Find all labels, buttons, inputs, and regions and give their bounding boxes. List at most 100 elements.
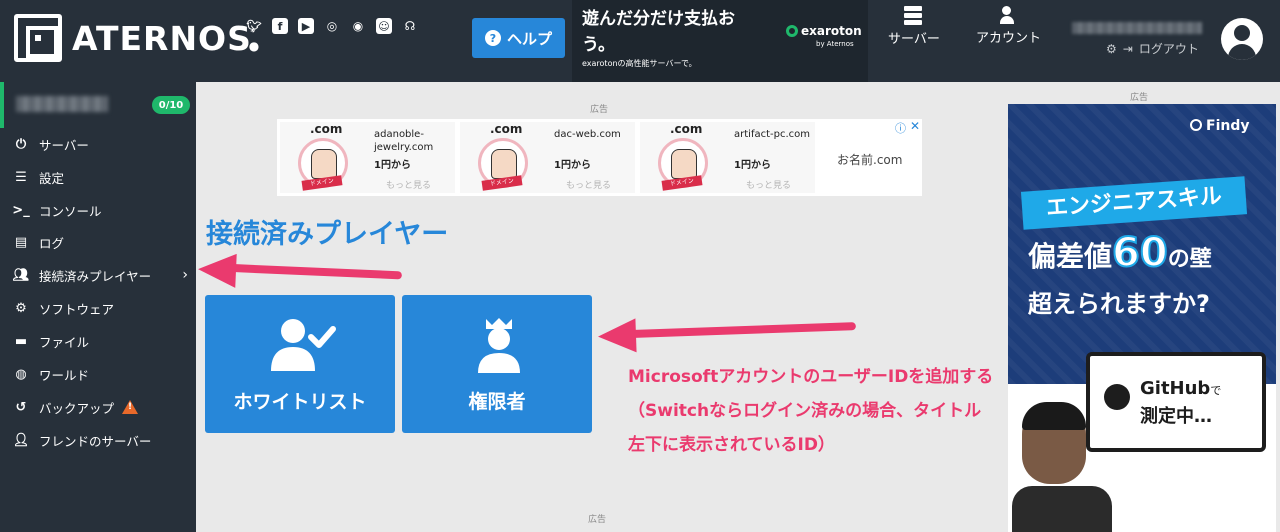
warning-icon: !	[122, 400, 139, 414]
findy-headline-num: 60	[1111, 229, 1169, 277]
headset-icon[interactable]: ☊	[402, 18, 418, 34]
sidebar-item-world[interactable]: ◍ ワールド	[0, 358, 196, 390]
user-crown-icon	[478, 318, 520, 373]
findy-bubble-main: GitHub	[1140, 378, 1211, 399]
sidebar-item-backup[interactable]: ↺ バックアップ !	[0, 391, 196, 423]
domain-ad-banner[interactable]: .com ドメイン adanoble-jewelry.com 1円から もっと見…	[277, 119, 922, 196]
annotation-line: MicrosoftアカウントのユーザーIDを追加する	[628, 367, 994, 387]
power-icon: ⏻	[15, 136, 27, 152]
sidebar: 0/10 ⏻ サーバー ☰ 設定 >_ コンソール ▤ ログ 👥︎ 接続済みプレ…	[0, 82, 196, 532]
whitelist-label: ホワイトリスト	[233, 391, 367, 413]
ad-label-bottom: 広告	[588, 515, 607, 525]
logout-link[interactable]: ⚙ ⇥ ログアウト	[1106, 40, 1199, 57]
ad-more[interactable]: もっと見る	[746, 178, 791, 191]
sidebar-item-software[interactable]: ⚙ ソフトウェア	[0, 292, 196, 324]
findy-headline: 偏差値60の壁	[1028, 229, 1212, 277]
reddit-icon[interactable]: ◉	[350, 18, 366, 34]
aternos-logo[interactable]: ATERNOS	[14, 14, 252, 62]
sidebar-item-label: ログ	[39, 235, 65, 251]
avatar[interactable]	[1221, 18, 1263, 60]
sidebar-item-console[interactable]: >_ コンソール	[0, 194, 196, 226]
user-check-icon	[271, 319, 336, 371]
ad-card[interactable]: .com ドメイン adanoble-jewelry.com 1円から もっと見…	[280, 122, 455, 193]
logout-label: ログアウト	[1138, 42, 1199, 56]
promo-title: 遊んだ分だけ支払おう。	[582, 9, 735, 55]
sidebar-item-files[interactable]: ▬ ファイル	[0, 325, 196, 357]
ad-price: 1円から	[374, 160, 411, 171]
ad-brand: お名前.com	[837, 153, 903, 167]
exaroton-promo[interactable]: 遊んだ分だけ支払おう。 exarotonの高性能サーバーで。 exaroton …	[572, 0, 868, 82]
user-lock-icon: 👤︎	[12, 432, 30, 448]
close-icon[interactable]: ✕	[910, 119, 920, 133]
question-icon: ?	[484, 30, 501, 46]
youtube-icon[interactable]: ▶	[298, 18, 314, 34]
findy-headline-b: の壁	[1167, 247, 1212, 272]
findy-speech-bubble: GitHubで 測定中…	[1086, 352, 1266, 452]
annotation-text: MicrosoftアカウントのユーザーIDを追加する （Switchならログイン…	[628, 360, 993, 462]
ad-more[interactable]: もっと見る	[386, 178, 431, 191]
findy-bubble-de: で	[1210, 384, 1222, 397]
ad-card[interactable]: .com ドメイン dac-web.com 1円から もっと見る	[460, 122, 635, 193]
gear-icon[interactable]: ⚙	[1106, 42, 1117, 56]
ad-info-icon[interactable]: ⓘ	[895, 120, 906, 136]
exaroton-icon	[786, 25, 798, 37]
nav-account-label: アカウント	[976, 31, 1042, 46]
chevron-right-icon: ›	[182, 267, 188, 283]
terminal-icon: >_	[12, 202, 30, 218]
aternos-logo-icon	[14, 14, 62, 62]
sidebar-item-label: コンソール	[39, 203, 102, 219]
exaroton-brand: exaroton	[801, 24, 862, 38]
sidebar-item-label: フレンドのサーバー	[39, 433, 152, 449]
findy-brand: Findy	[1206, 118, 1250, 134]
nav-account[interactable]: アカウント	[976, 0, 1056, 82]
findy-question: 超えられますか?	[1028, 290, 1210, 318]
findy-bubble-sub: 測定中…	[1140, 406, 1212, 427]
help-label: ヘルプ	[506, 29, 552, 48]
ad-tld: .com	[490, 122, 523, 136]
server-header[interactable]: 0/10	[0, 82, 196, 128]
facebook-icon[interactable]: f	[272, 18, 288, 34]
exaroton-by: by Aternos	[816, 40, 854, 48]
nav-server[interactable]: サーバー	[888, 0, 948, 82]
history-icon: ↺	[15, 399, 27, 415]
sidebar-item-log[interactable]: ▤ ログ	[0, 226, 196, 258]
social-links: 🐦︎ f ▶ ◎ ◉ ☺ ☊ ●	[246, 18, 436, 54]
sidebar-item-label: 設定	[39, 170, 65, 186]
findy-logo-icon	[1190, 119, 1202, 131]
ad-price: 1円から	[554, 160, 591, 171]
ad-label-side: 広告	[1130, 93, 1149, 103]
operators-tile[interactable]: 権限者	[402, 295, 592, 433]
ad-price: 1円から	[734, 160, 771, 171]
github-icon[interactable]: ●	[246, 38, 262, 54]
brand-name: ATERNOS	[72, 18, 252, 58]
annotation-line: （Switchならログイン済みの場合、タイトル	[628, 401, 982, 421]
ad-domain: dac-web.com	[554, 129, 621, 140]
sidebar-item-settings[interactable]: ☰ 設定	[0, 161, 196, 193]
discord-icon[interactable]: ☺	[376, 18, 392, 34]
sidebar-item-players[interactable]: 👥︎ 接続済みプレイヤー ›	[0, 259, 196, 291]
findy-headline-a: 偏差値	[1028, 240, 1113, 273]
whitelist-tile[interactable]: ホワイトリスト	[205, 295, 395, 433]
findy-ad[interactable]: Findy エンジニアスキル 偏差値60の壁 超えられますか? GitHubで …	[1008, 104, 1276, 532]
file-icon: ▤	[14, 234, 28, 250]
logout-icon: ⇥	[1122, 41, 1133, 56]
sidebar-item-label: ワールド	[39, 367, 90, 383]
sidebar-item-server[interactable]: ⏻ サーバー	[0, 128, 196, 160]
ad-domain: artifact-pc.com	[734, 129, 810, 140]
server-icon	[904, 6, 948, 25]
help-button[interactable]: ? ヘルプ	[472, 18, 565, 58]
instagram-icon[interactable]: ◎	[324, 18, 340, 34]
sidebar-item-label: 接続済みプレイヤー	[39, 268, 152, 284]
ad-domain: adanoble-jewelry.com	[374, 129, 434, 153]
twitter-icon[interactable]: 🐦︎	[246, 18, 262, 34]
sidebar-item-label: バックアップ	[39, 400, 115, 416]
ad-card[interactable]: .com ドメイン artifact-pc.com 1円から もっと見る	[640, 122, 815, 193]
nav-server-label: サーバー	[888, 32, 940, 47]
ad-tld: .com	[310, 122, 343, 136]
ad-label-top: 広告	[590, 105, 609, 115]
sidebar-item-friend-servers[interactable]: 👤︎ フレンドのサーバー	[0, 424, 196, 456]
page-title: 接続済みプレイヤー	[206, 219, 449, 250]
exaroton-logo: exaroton	[786, 24, 862, 38]
users-icon: 👥︎	[12, 267, 30, 283]
ad-more[interactable]: もっと見る	[566, 178, 611, 191]
